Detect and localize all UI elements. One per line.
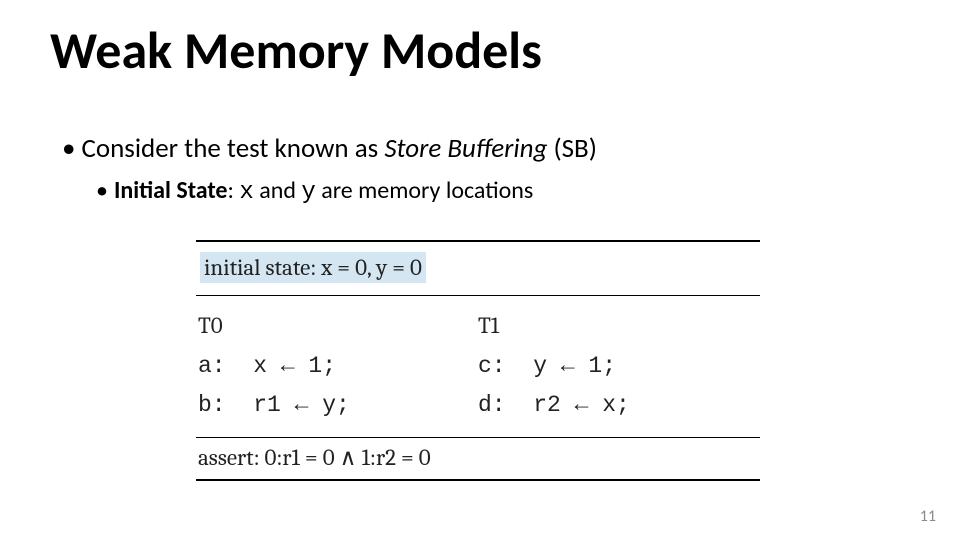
thread-0-line-a: a: x ← 1; bbox=[198, 347, 478, 386]
code-table: initial state: x = 0, y = 0 T0 a: x ← 1;… bbox=[196, 240, 760, 481]
bullet-dot: • bbox=[62, 132, 75, 166]
thread-1-line-d: d: r2 ← x; bbox=[478, 386, 758, 425]
thread-columns: T0 a: x ← 1; b: r1 ← y; T1 c: y ← 1; d: … bbox=[196, 296, 760, 437]
bullet2-y: y bbox=[301, 179, 315, 206]
bullet1-post: (SB) bbox=[547, 132, 597, 165]
bullet1-pre: Consider the test known as bbox=[81, 132, 384, 165]
bullet-level-1: • Consider the test known as Store Buffe… bbox=[62, 132, 920, 166]
page-number: 11 bbox=[920, 507, 936, 526]
bullet-level-2: • Initial State: x and y are memory loca… bbox=[96, 176, 920, 206]
assert-row: assert: 0:r1 = 0 ∧ 1:r2 = 0 bbox=[196, 438, 760, 479]
slide-body: • Consider the test known as Store Buffe… bbox=[62, 132, 920, 206]
thread-0-column: T0 a: x ← 1; b: r1 ← y; bbox=[198, 306, 478, 425]
bullet2-sep: : bbox=[228, 176, 240, 205]
bullet2-label: Initial State bbox=[114, 176, 228, 205]
bullet2-text: Initial State: x and y are memory locati… bbox=[114, 176, 533, 206]
bullet-dot: • bbox=[96, 176, 108, 205]
rule-bottom bbox=[196, 479, 760, 481]
bullet-text: Consider the test known as Store Bufferi… bbox=[81, 132, 596, 166]
thread-0-header: T0 bbox=[198, 306, 478, 345]
thread-1-column: T1 c: y ← 1; d: r2 ← x; bbox=[478, 306, 758, 425]
slide: Weak Memory Models • Consider the test k… bbox=[0, 0, 960, 540]
thread-1-line-c: c: y ← 1; bbox=[478, 347, 758, 386]
bullet2-mid: and bbox=[254, 176, 302, 205]
bullet1-emph: Store Buffering bbox=[384, 132, 547, 165]
bullet2-tail: are memory locations bbox=[316, 176, 533, 205]
bullet2-x: x bbox=[239, 179, 253, 206]
thread-1-header: T1 bbox=[478, 306, 758, 345]
slide-title: Weak Memory Models bbox=[50, 18, 542, 82]
thread-0-line-b: b: r1 ← y; bbox=[198, 386, 478, 425]
initial-state-text: initial state: x = 0, y = 0 bbox=[200, 252, 426, 283]
initial-state-row: initial state: x = 0, y = 0 bbox=[196, 242, 760, 295]
